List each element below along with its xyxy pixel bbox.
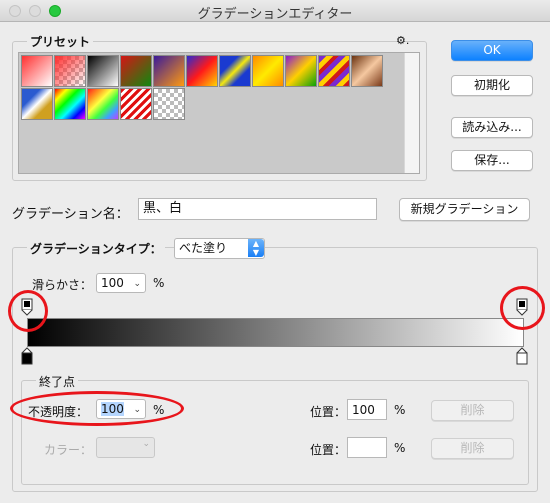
annotation-circle — [10, 391, 184, 426]
preset-legend: プリセット — [27, 33, 94, 50]
preset-swatch[interactable] — [219, 55, 251, 87]
stops-legend: 終了点 — [36, 373, 79, 390]
window-title: グラデーションエディター — [197, 7, 353, 22]
preset-swatch[interactable] — [54, 55, 86, 87]
gradient-type-select[interactable]: べた塗り ▲ ▼ — [174, 238, 265, 259]
gear-icon[interactable]: ⚙. — [396, 34, 409, 47]
reset-button[interactable]: 初期化 — [451, 75, 533, 96]
preset-swatch[interactable] — [54, 88, 86, 120]
new-gradient-button[interactable]: 新規グラデーション — [399, 198, 530, 221]
save-button[interactable]: 保存... — [451, 150, 533, 171]
load-button[interactable]: 読み込み... — [451, 117, 533, 138]
smoothness-unit: % — [153, 276, 165, 290]
preset-swatch[interactable] — [87, 88, 119, 120]
preset-swatch[interactable] — [153, 55, 185, 87]
annotation-circle — [8, 290, 48, 332]
title-bar: グラデーションエディター — [0, 0, 550, 22]
gradient-type-value: べた塗り — [179, 241, 228, 255]
preset-swatch[interactable] — [87, 55, 119, 87]
preset-swatch[interactable] — [21, 55, 53, 87]
preset-swatch[interactable] — [186, 55, 218, 87]
preset-swatch[interactable] — [318, 55, 350, 87]
preset-swatch[interactable] — [351, 55, 383, 87]
preset-swatch[interactable] — [285, 55, 317, 87]
chevron-down-icon: ⌄ — [133, 279, 141, 289]
chevron-updown-icon: ▲ ▼ — [248, 239, 264, 257]
chevron-down-icon: ⌄ — [142, 439, 150, 449]
color-swatch-select[interactable]: ⌄ — [96, 437, 155, 458]
gradient-preview-bar[interactable] — [27, 318, 524, 347]
color-stop-right[interactable] — [516, 347, 528, 365]
opacity-location-input[interactable]: 100 — [347, 399, 387, 420]
color-location-unit: % — [394, 441, 406, 455]
opacity-location-label: 位置： — [310, 405, 347, 419]
ok-button[interactable]: OK — [451, 40, 533, 61]
delete-color-stop-button[interactable]: 削除 — [431, 438, 514, 459]
annotation-circle — [500, 286, 545, 330]
gradient-type-label: グラデーションタイプ： — [27, 240, 165, 257]
color-stop-left[interactable] — [21, 347, 33, 365]
color-location-label: 位置： — [310, 443, 347, 457]
color-label: カラー： — [44, 443, 93, 457]
gradient-editor-window: グラデーションエディター プリセット ⚙. OK 初期化 読み込み... 保存.… — [0, 0, 550, 503]
preset-swatch[interactable] — [21, 88, 53, 120]
preset-swatch[interactable] — [120, 88, 152, 120]
color-location-input[interactable] — [347, 437, 387, 458]
smoothness-label: 滑らかさ： — [32, 278, 93, 292]
opacity-location-unit: % — [394, 403, 406, 417]
preset-swatch[interactable] — [120, 55, 152, 87]
gradient-name-label: グラデーション名： — [12, 207, 129, 222]
preset-swatch[interactable] — [153, 88, 185, 120]
smoothness-select[interactable]: 100 ⌄ — [96, 273, 146, 293]
preset-scrollbar[interactable] — [404, 53, 419, 173]
delete-opacity-stop-button[interactable]: 削除 — [431, 400, 514, 421]
smoothness-value: 100 — [101, 276, 124, 290]
preset-swatch[interactable] — [252, 55, 284, 87]
gradient-name-input[interactable]: 黒、白 — [138, 198, 377, 220]
preset-list — [18, 52, 420, 174]
